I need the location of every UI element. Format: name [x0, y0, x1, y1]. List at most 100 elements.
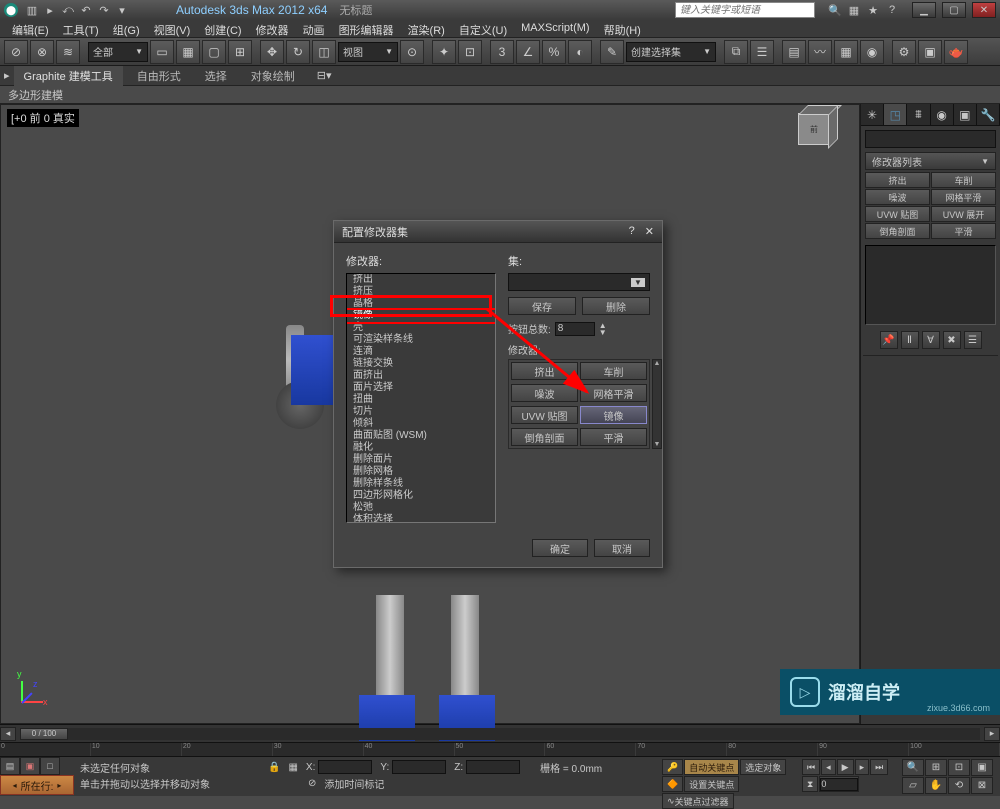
render-icon[interactable]: 🫖: [944, 40, 968, 64]
ref-coord[interactable]: 视图▼: [338, 42, 398, 62]
modifier-list-item[interactable]: 挤压: [347, 286, 495, 298]
delete-button[interactable]: 删除: [582, 297, 650, 315]
zoom-all-icon[interactable]: ⊞: [925, 759, 947, 776]
render-setup-icon[interactable]: ⚙: [892, 40, 916, 64]
qat-undo-icon[interactable]: ↶: [78, 2, 94, 18]
stack-config-icon[interactable]: ☰: [964, 331, 982, 349]
time-config-icon[interactable]: ⧗: [802, 776, 818, 792]
cmd-tab-modify-icon[interactable]: ◳: [884, 104, 907, 125]
save-button[interactable]: 保存: [508, 297, 576, 315]
current-frame-input[interactable]: [820, 778, 858, 791]
app-icon[interactable]: ⬤: [4, 3, 18, 17]
star-icon[interactable]: ★: [865, 2, 881, 18]
menu-modifiers[interactable]: 修改器: [250, 20, 295, 37]
viewport-label[interactable]: [+0 前 0 真实: [7, 109, 79, 127]
modifier-list-item[interactable]: 扭曲: [347, 394, 495, 406]
fov-icon[interactable]: ▱: [902, 777, 924, 794]
ribbon-tab-freeform[interactable]: 自由形式: [127, 66, 191, 86]
modifier-list-item[interactable]: 镜像: [347, 310, 495, 322]
help-search-input[interactable]: [675, 2, 815, 18]
modifier-list-item[interactable]: 晶格: [347, 298, 495, 310]
current-line-button[interactable]: ◂所在行:▸: [0, 775, 74, 795]
time-slider[interactable]: ◂ 0 / 100 ▸: [0, 724, 1000, 742]
grid-slot-button[interactable]: 网格平滑: [580, 384, 647, 402]
ok-button[interactable]: 确定: [532, 539, 588, 557]
mod-btn-smooth[interactable]: 平滑: [931, 223, 996, 239]
pan-icon[interactable]: ✋: [925, 777, 947, 794]
modifier-list-item[interactable]: 可渲染样条线: [347, 334, 495, 346]
mod-btn-lathe[interactable]: 车削: [931, 172, 996, 188]
modifier-list-dropdown[interactable]: 修改器列表▼: [865, 152, 996, 170]
coord-y-input[interactable]: [392, 760, 446, 774]
modifier-stack[interactable]: [865, 245, 996, 325]
unlink-icon[interactable]: ⊗: [30, 40, 54, 64]
grid-slot-button[interactable]: 车削: [580, 362, 647, 380]
mirror-icon[interactable]: ⧉: [724, 40, 748, 64]
coord-z-input[interactable]: [466, 760, 520, 774]
modifier-list-item[interactable]: 倾斜: [347, 418, 495, 430]
cancel-button[interactable]: 取消: [594, 539, 650, 557]
modifiers-listbox[interactable]: 挤出挤压晶格镜像壳可渲染样条线连滴链接交换面挤出面片选择扭曲切片倾斜 曲面贴图 …: [346, 273, 496, 523]
menu-edit[interactable]: 编辑(E): [6, 20, 55, 37]
grid-slot-button[interactable]: UVW 贴图: [511, 406, 578, 424]
dialog-close-icon[interactable]: ✕: [645, 225, 654, 238]
grid-slot-button[interactable]: 倒角剖面: [511, 428, 578, 446]
cmd-tab-create-icon[interactable]: ✳: [861, 104, 884, 125]
stack-pin-icon[interactable]: 📌: [880, 331, 898, 349]
search-icon[interactable]: 🔍: [827, 2, 843, 18]
abs-icon[interactable]: ▦: [288, 762, 297, 773]
maxscript-mini-icon[interactable]: ▤: [0, 757, 20, 775]
listener-icon[interactable]: ▣: [20, 757, 40, 775]
keymode-icon[interactable]: ⊡: [458, 40, 482, 64]
layers-icon[interactable]: ▤: [782, 40, 806, 64]
viewcube[interactable]: 前: [789, 113, 839, 163]
curve-editor-icon[interactable]: 〰: [808, 40, 832, 64]
modifier-list-item[interactable]: 曲面贴图 (WSM): [347, 430, 495, 442]
spinner-icon[interactable]: ▲▼: [599, 322, 607, 336]
grid-slot-button[interactable]: 挤出: [511, 362, 578, 380]
modifier-list-item[interactable]: 松弛: [347, 502, 495, 514]
mod-btn-bevelprofile[interactable]: 倒角剖面: [865, 223, 930, 239]
mod-btn-meshsmooth[interactable]: 网格平滑: [931, 189, 996, 205]
qat-open-icon[interactable]: ▸: [42, 2, 58, 18]
modifier-list-item[interactable]: 面挤出: [347, 370, 495, 382]
pivot-icon[interactable]: ⊙: [400, 40, 424, 64]
rect-region-icon[interactable]: ▢: [202, 40, 226, 64]
time-thumb[interactable]: 0 / 100: [20, 728, 68, 740]
time-tag-icon[interactable]: ⊘: [308, 778, 316, 789]
select-icon[interactable]: ▭: [150, 40, 174, 64]
cmd-tab-motion-icon[interactable]: ◉: [931, 104, 954, 125]
modifier-list-item[interactable]: 删除网格: [347, 466, 495, 478]
modifier-list-item[interactable]: 壳: [347, 322, 495, 334]
menu-tools[interactable]: 工具(T): [57, 20, 105, 37]
stack-show-icon[interactable]: Ⅱ: [901, 331, 919, 349]
grid-slot-button[interactable]: 镜像: [580, 406, 647, 424]
mod-btn-uvwunwrap[interactable]: UVW 展开: [931, 206, 996, 222]
mod-btn-uvwmap[interactable]: UVW 贴图: [865, 206, 930, 222]
stack-remove-icon[interactable]: ✖: [943, 331, 961, 349]
button-total-input[interactable]: [555, 322, 595, 336]
minimize-button[interactable]: ▁: [912, 2, 936, 18]
selection-filter[interactable]: 全部▼: [88, 42, 148, 62]
time-next-icon[interactable]: ▸: [984, 727, 1000, 741]
scale-icon[interactable]: ◫: [312, 40, 336, 64]
modifier-list-item[interactable]: 删除面片: [347, 454, 495, 466]
align-icon[interactable]: ☰: [750, 40, 774, 64]
zoom-extents-all-icon[interactable]: ▣: [971, 759, 993, 776]
sets-combo[interactable]: ▼: [508, 273, 650, 291]
setkey-button[interactable]: 设置关键点: [684, 776, 739, 792]
grid-scrollbar[interactable]: [652, 359, 662, 449]
object-name-input[interactable]: [865, 130, 996, 148]
ribbon-tab-graphite[interactable]: Graphite 建模工具: [14, 66, 123, 86]
bind-icon[interactable]: ≋: [56, 40, 80, 64]
qat-more-icon[interactable]: ▾: [114, 2, 130, 18]
modifier-list-item[interactable]: 切片: [347, 406, 495, 418]
cmd-tab-display-icon[interactable]: ▣: [954, 104, 977, 125]
comm-icon[interactable]: ▦: [846, 2, 862, 18]
lock-icon[interactable]: 🔒: [268, 762, 280, 773]
help-icon[interactable]: ?: [884, 2, 900, 18]
macro-icon[interactable]: □: [40, 757, 60, 775]
qat-save-icon[interactable]: ⤺: [60, 2, 76, 18]
menu-animation[interactable]: 动画: [297, 20, 331, 37]
menu-view[interactable]: 视图(V): [148, 20, 197, 37]
